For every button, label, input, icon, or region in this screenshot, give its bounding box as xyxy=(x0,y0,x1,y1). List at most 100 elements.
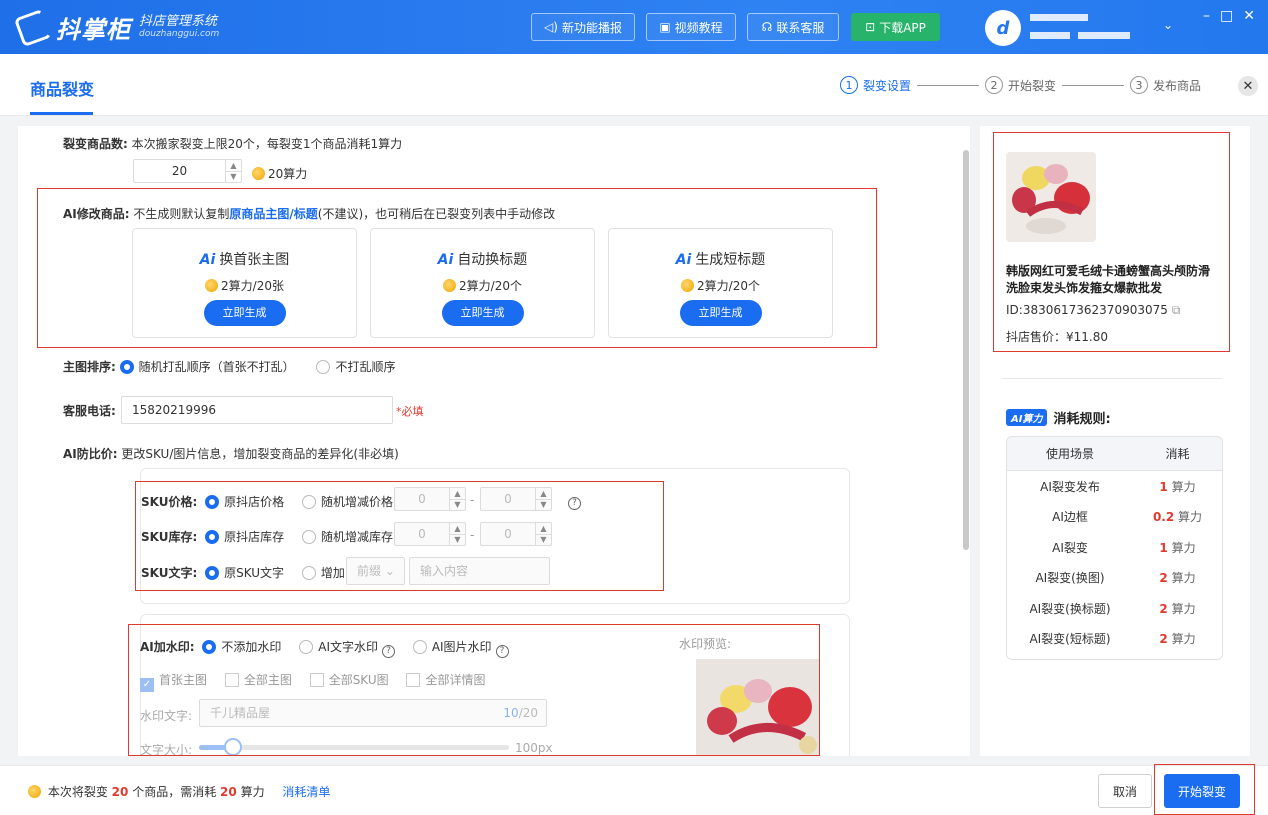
sku-price-random-radio[interactable]: 随机增减价格: xyxy=(301,495,397,509)
watermark-label: AI加水印: xyxy=(140,640,195,654)
table-row: AI裂变(短标题) 2 算力 xyxy=(1029,632,1196,647)
sku-section: SKU价格: 原抖店价格 随机增减价格: 0 ▲ ▼ - 0 ▲ ▼ ? SKU库存: … xyxy=(135,481,664,591)
sort-label: 主图排序: xyxy=(63,360,116,374)
start-fission-button[interactable]: 开始裂变 xyxy=(1164,774,1240,808)
sort-keep-radio[interactable]: 不打乱顺序 xyxy=(316,360,396,374)
footer-count: 20 xyxy=(111,785,129,799)
video-icon: ▣ xyxy=(659,20,671,34)
ai-compute-badge: AI算力 xyxy=(1006,409,1048,426)
price-max-stepper[interactable]: 0 ▲ ▼ xyxy=(480,487,552,511)
headset-icon: ☊ xyxy=(761,20,773,34)
logo-icon xyxy=(13,8,53,47)
count-stepper[interactable]: 20 ▲ ▼ xyxy=(133,159,242,183)
watermark-text-input[interactable]: 千儿精品屋 10/20 xyxy=(199,699,547,727)
original-link[interactable]: 原商品主图/标题 xyxy=(229,207,317,221)
table-row: AI边框 0.2 算力 xyxy=(1052,510,1203,525)
speaker-icon: ◁) xyxy=(544,20,558,34)
sku-price-label: SKU价格: xyxy=(141,495,198,509)
page-title: 商品裂变 xyxy=(30,80,95,99)
video-tutorial-button[interactable]: ▣ 视频教程 xyxy=(646,13,736,41)
no-watermark-radio[interactable]: 不添加水印 xyxy=(202,640,281,654)
text-watermark-radio[interactable]: AI文字水印? xyxy=(299,640,395,658)
watermark-text-label: 水印文字: xyxy=(140,709,193,723)
avatar[interactable]: d xyxy=(985,10,1021,46)
check-icon: ✓ xyxy=(140,678,154,692)
step-2: 2 开始裂变 xyxy=(985,76,1056,94)
coin-icon xyxy=(28,785,41,798)
sort-random-radio[interactable]: 随机打乱顺序（首张不打乱） xyxy=(119,360,295,374)
stepper-up-icon[interactable]: ▲ xyxy=(226,160,241,171)
chevron-down-icon[interactable]: ⌄ xyxy=(1163,18,1173,32)
window-controls: – □ ✕ xyxy=(1203,8,1255,24)
minimize-icon[interactable]: – xyxy=(1203,8,1210,24)
cancel-button[interactable]: 取消 xyxy=(1098,774,1152,808)
watermark-section: AI加水印: 不添加水印 AI文字水印? AI图片水印? ✓ 首张主图 全部主图 … xyxy=(128,624,820,756)
rules-table-header: 使用场景 消耗 xyxy=(1007,437,1222,471)
sku-text-original-radio[interactable]: 原SKU文字 xyxy=(205,566,284,580)
table-row: AI裂变(换图) 2 算力 xyxy=(1035,571,1196,586)
maximize-icon[interactable]: □ xyxy=(1220,8,1233,24)
app-logo: 抖掌柜 抖店管理系统 douzhanggui.com xyxy=(13,8,219,47)
sku-stock-label: SKU库存: xyxy=(141,530,198,544)
chevron-down-icon: ⌄ xyxy=(384,564,395,578)
new-features-button[interactable]: ◁) 新功能播报 xyxy=(531,13,635,41)
ai-icon: Ai xyxy=(437,252,454,268)
app-topbar: 抖掌柜 抖店管理系统 douzhanggui.com ◁) 新功能播报 ▣ 视频教程… xyxy=(0,0,1268,54)
help-icon[interactable]: ? xyxy=(568,497,581,510)
generate-title-button[interactable]: 立即生成 xyxy=(441,300,524,326)
stepper-down-icon[interactable]: ▼ xyxy=(226,170,241,183)
anti-desc: 更改SKU/图片信息，增加裂变商品的差异化(非必填) xyxy=(121,447,399,461)
help-icon[interactable]: ? xyxy=(495,645,509,658)
preview-label: 水印预览: xyxy=(679,637,732,651)
generate-main-image-button[interactable]: 立即生成 xyxy=(203,300,286,326)
form-scrollbar[interactable] xyxy=(963,150,969,550)
product-sidebar: 韩版网红可爱毛绒卡通螃蟹高头颅防滑洗脸束发头饰发箍女爆款批发 ID:383061… xyxy=(980,126,1250,756)
cost-list-link[interactable]: 消耗清单 xyxy=(282,785,330,799)
close-icon[interactable]: ✕ xyxy=(1238,76,1258,96)
product-price: 抖店售价：¥11.80 xyxy=(1006,330,1108,344)
tab-underline xyxy=(30,112,93,115)
check-all-main[interactable]: 全部主图 xyxy=(224,673,292,687)
ai-card-short-title: Ai 生成短标题 2算力/20个 立即生成 xyxy=(608,228,833,338)
sku-price-original-radio[interactable]: 原抖店价格 xyxy=(205,495,284,509)
footer-bar: 本次将裂变 20 个商品，需消耗 20 算力 消耗清单 取消 开始裂变 xyxy=(0,764,1268,815)
download-icon: ⊡ xyxy=(865,20,876,34)
text-size-slider[interactable] xyxy=(199,738,509,755)
image-watermark-radio[interactable]: AI图片水印? xyxy=(412,640,509,658)
prefix-select[interactable]: 前缀 ⌄ xyxy=(346,557,405,585)
rules-table: 使用场景 消耗 AI裂变发布 1 算力 AI边框 0.2 算力 AI裂变 1 算力 AI… xyxy=(1006,436,1223,660)
slider-handle[interactable] xyxy=(224,738,243,755)
help-icon[interactable]: ? xyxy=(381,645,395,658)
table-row: AI裂变 1 算力 xyxy=(1052,540,1196,555)
close-window-icon[interactable]: ✕ xyxy=(1243,8,1255,24)
coin-icon xyxy=(443,279,457,292)
count-cost: 20算力 xyxy=(268,167,308,181)
product-image[interactable] xyxy=(1006,152,1096,242)
logo-text: 抖掌柜 xyxy=(56,16,131,44)
check-all-detail[interactable]: 全部详情图 xyxy=(406,673,485,687)
step-3: 3 发布商品 xyxy=(1130,76,1201,94)
check-all-sku[interactable]: 全部SKU图 xyxy=(309,673,389,687)
check-first-image[interactable]: ✓ 首张主图 xyxy=(140,673,207,692)
step-indicator: 1 裂变设置 2 开始裂变 3 发布商品 xyxy=(840,76,1201,94)
ai-icon: Ai xyxy=(199,252,216,268)
copy-icon[interactable]: ⧉ xyxy=(1172,303,1181,317)
page-header: 商品裂变 1 裂变设置 2 开始裂变 3 发布商品 ✕ xyxy=(0,54,1268,116)
download-app-button[interactable]: ⊡ 下载APP xyxy=(851,13,940,41)
contact-support-button[interactable]: ☊ 联系客服 xyxy=(747,13,839,41)
generate-short-title-button[interactable]: 立即生成 xyxy=(679,300,762,326)
sku-stock-original-radio[interactable]: 原抖店库存 xyxy=(205,530,284,544)
ai-modify-label: AI修改商品: xyxy=(63,207,130,221)
count-label: 裂变商品数: xyxy=(63,137,128,151)
phone-input[interactable]: 15820219996 xyxy=(121,396,393,424)
price-min-stepper[interactable]: 0 ▲ ▼ xyxy=(394,487,466,511)
stock-max-stepper[interactable]: 0 ▲ ▼ xyxy=(480,522,552,546)
user-name-blurred xyxy=(1030,12,1140,42)
sku-text-input[interactable]: 输入内容 xyxy=(409,557,550,585)
table-row: AI裂变发布 1 算力 xyxy=(1040,479,1196,494)
ai-card-main-image: Ai 换首张主图 2算力/20张 立即生成 xyxy=(132,228,357,338)
sku-stock-random-radio[interactable]: 随机增减库存: xyxy=(301,530,397,544)
stock-min-stepper[interactable]: 0 ▲ ▼ xyxy=(394,522,466,546)
ai-card-title: Ai 自动换标题 2算力/20个 立即生成 xyxy=(370,228,595,338)
sku-text-add-radio[interactable]: 增加: xyxy=(301,566,349,580)
